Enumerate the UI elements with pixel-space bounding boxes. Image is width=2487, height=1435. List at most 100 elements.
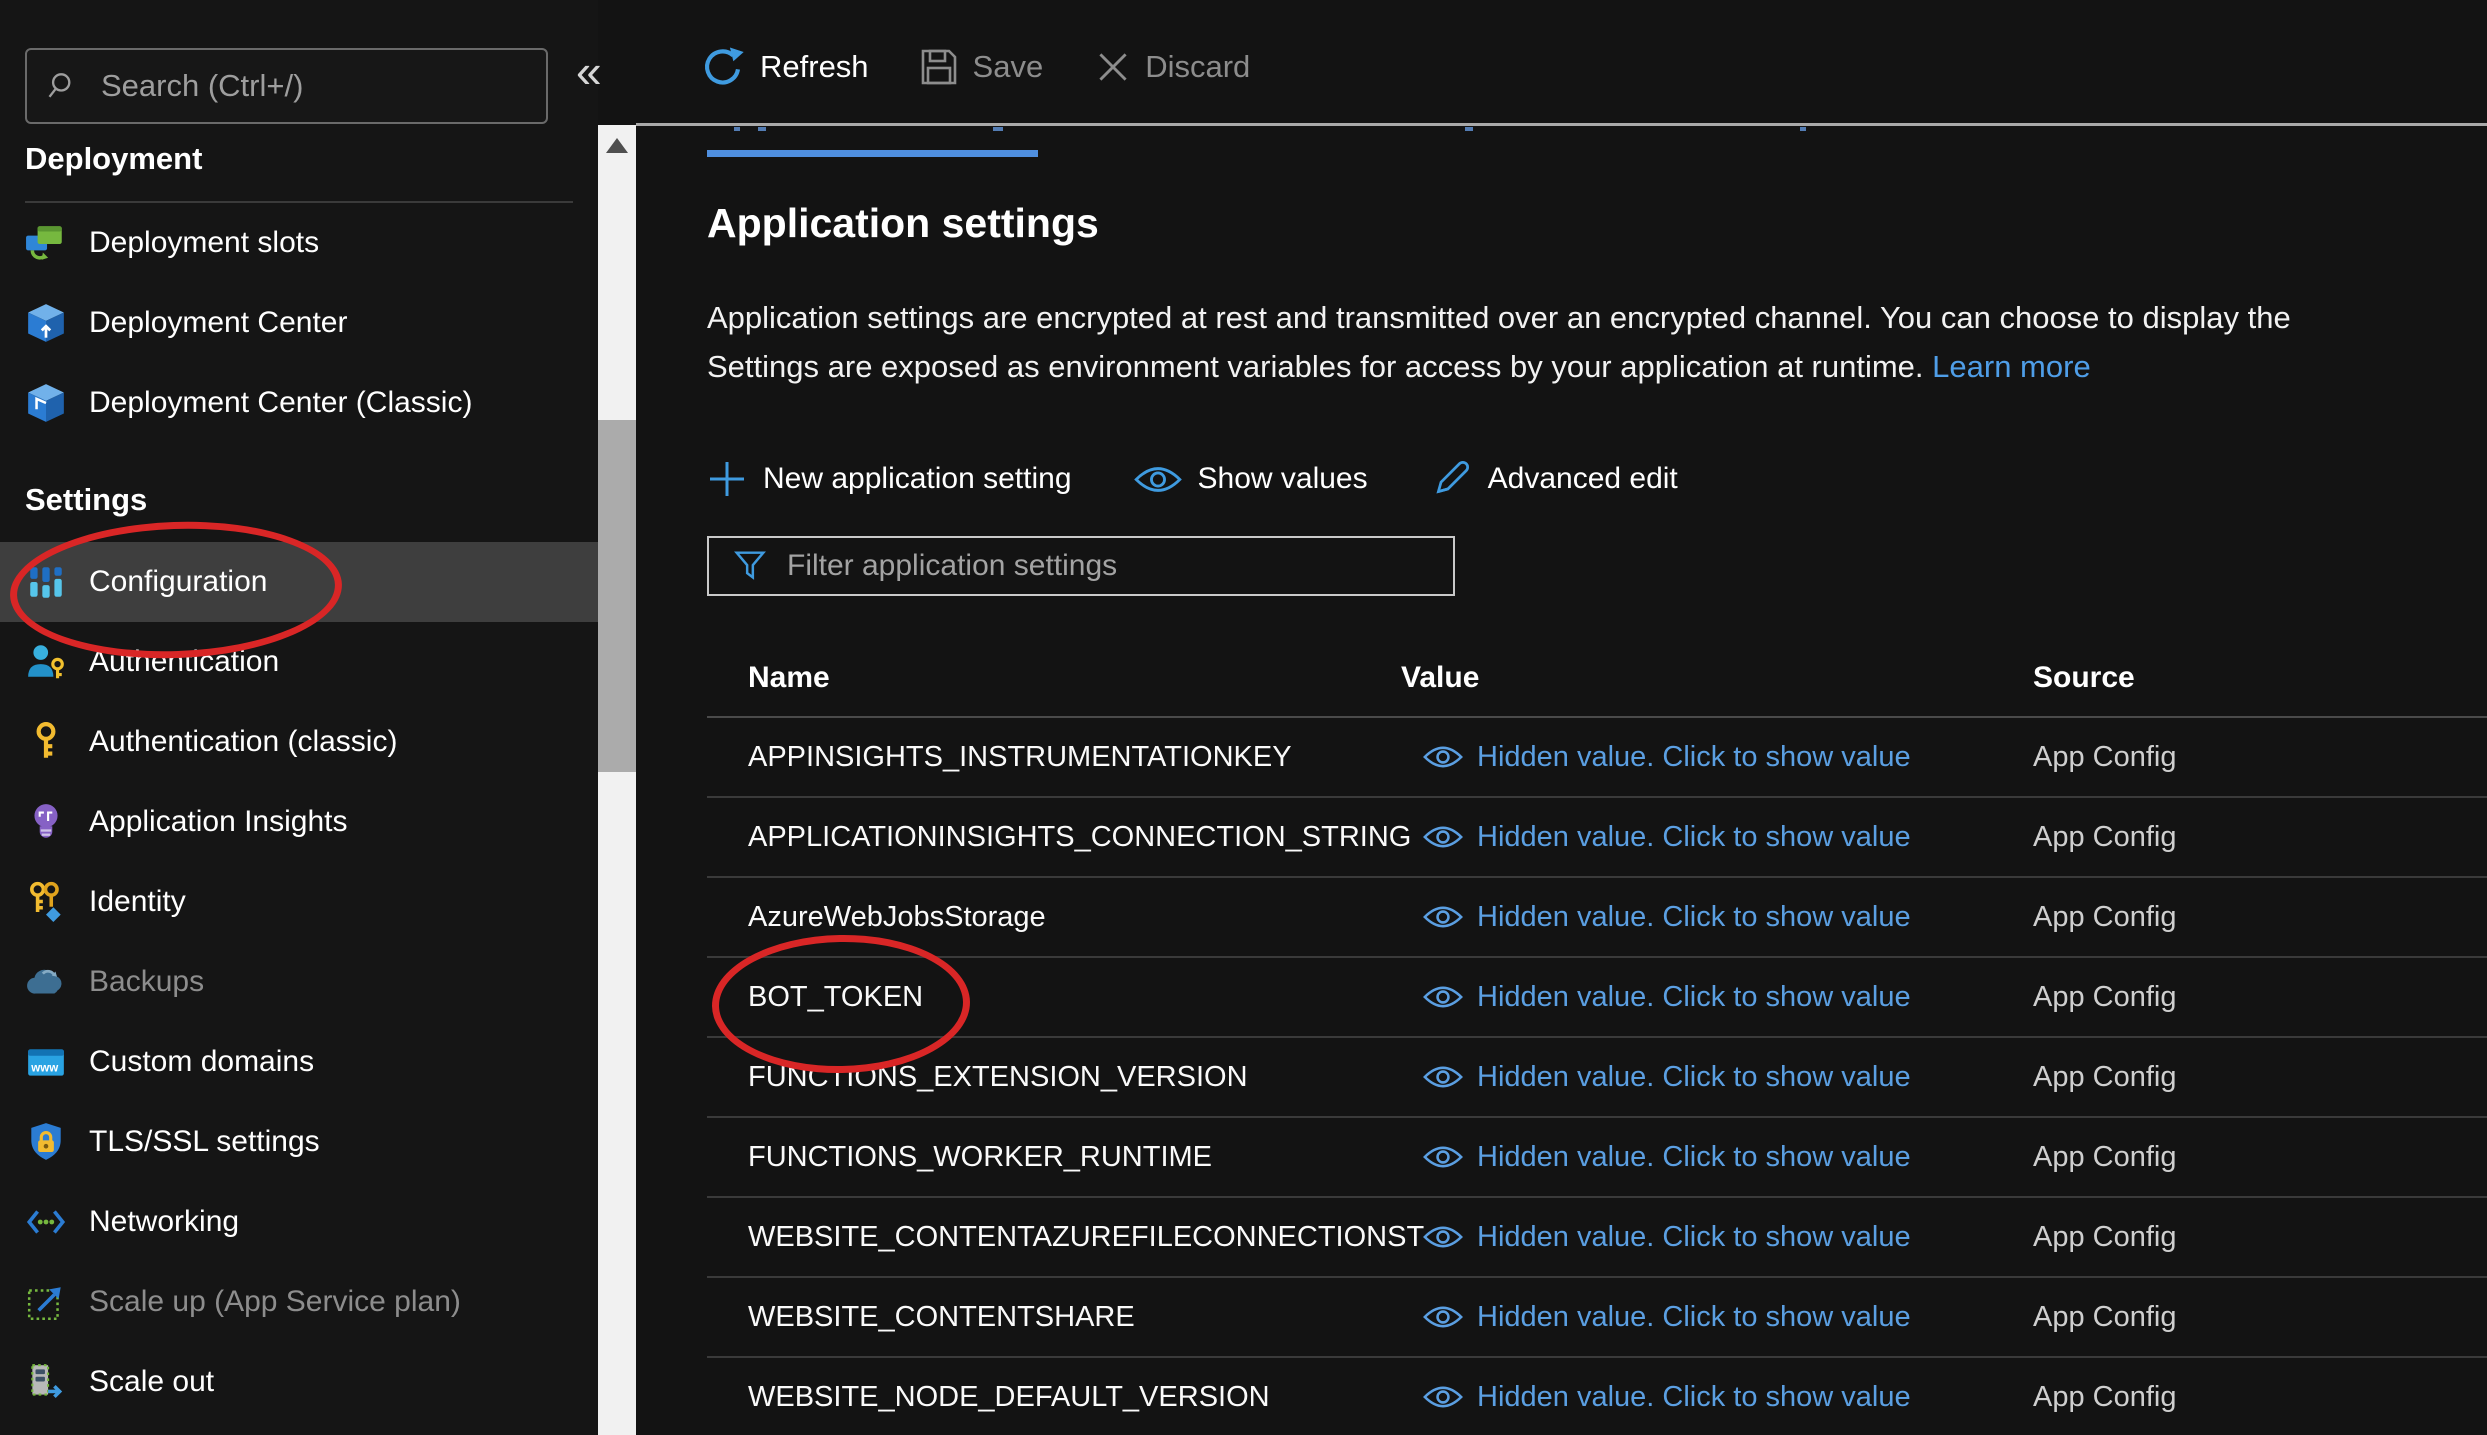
- sidebar-item[interactable]: Identity: [0, 862, 598, 942]
- sidebar-section-deployment: Deployment Deployment slots Deployment: [0, 137, 598, 443]
- hidden-value-link[interactable]: Hidden value. Click to show value: [1477, 981, 1911, 1014]
- sidebar-item[interactable]: Configuration: [0, 542, 598, 622]
- setting-name: WEBSITE_NODE_DEFAULT_VERSION: [748, 1358, 1270, 1435]
- refresh-button[interactable]: Refresh: [700, 44, 869, 90]
- discard-button[interactable]: Discard: [1095, 49, 1250, 85]
- sidebar-item[interactable]: Authentication: [0, 622, 598, 702]
- hidden-eye-icon: [1423, 1223, 1463, 1251]
- sidebar-item[interactable]: Backups: [0, 942, 598, 1022]
- hidden-eye-icon: [1423, 743, 1463, 771]
- sidebar-item[interactable]: Application Insights: [0, 782, 598, 862]
- sidebar-item[interactable]: Authentication (classic): [0, 702, 598, 782]
- tls-ssl-icon: [25, 1121, 67, 1163]
- setting-name: FUNCTIONS_WORKER_RUNTIME: [748, 1118, 1212, 1196]
- setting-source: App Config: [2033, 1198, 2177, 1276]
- sidebar-item-label: Deployment slots: [89, 226, 319, 260]
- hidden-eye-icon: [1423, 1063, 1463, 1091]
- new-application-setting-label: New application setting: [763, 462, 1072, 496]
- new-application-setting-button[interactable]: New application setting: [707, 459, 1072, 499]
- filter-application-settings-box[interactable]: [707, 536, 1455, 596]
- sidebar-item[interactable]: Scale up (App Service plan): [0, 1262, 598, 1342]
- setting-value-cell: Hidden value. Click to show value: [1423, 1278, 1911, 1356]
- hidden-value-link[interactable]: Hidden value. Click to show value: [1477, 1301, 1911, 1334]
- sidebar-search-box[interactable]: [25, 48, 548, 124]
- azure-portal-screen: Deployment Deployment slots Deployment: [0, 0, 2487, 1435]
- setting-source: App Config: [2033, 718, 2177, 796]
- sidebar-item-label: Scale out: [89, 1365, 214, 1399]
- sidebar-item-label: Authentication: [89, 645, 279, 679]
- sidebar-item[interactable]: Deployment Center: [0, 283, 598, 363]
- scale-out-icon: [25, 1361, 67, 1403]
- table-row[interactable]: WEBSITE_CONTENTAZUREFILECONNECTIONST Hid…: [707, 1198, 2487, 1278]
- authentication-classic-icon: [25, 721, 67, 763]
- setting-name: FUNCTIONS_EXTENSION_VERSION: [748, 1038, 1248, 1116]
- search-input[interactable]: [99, 67, 503, 105]
- setting-source: App Config: [2033, 1278, 2177, 1356]
- networking-icon: [25, 1201, 67, 1243]
- sidebar-item[interactable]: Deployment slots: [0, 203, 598, 283]
- settings-items: Configuration Authentication Authentic: [0, 542, 598, 1422]
- setting-name: APPLICATIONINSIGHTS_CONNECTION_STRING: [748, 798, 1411, 876]
- hidden-value-link[interactable]: Hidden value. Click to show value: [1477, 901, 1911, 934]
- hidden-value-link[interactable]: Hidden value. Click to show value: [1477, 1381, 1911, 1414]
- table-row[interactable]: APPLICATIONINSIGHTS_CONNECTION_STRING Hi…: [707, 798, 2487, 878]
- table-row[interactable]: APPINSIGHTS_INSTRUMENTATIONKEY Hidden va…: [707, 718, 2487, 798]
- refresh-icon: [700, 44, 746, 90]
- sidebar-item-label: Authentication (classic): [89, 725, 397, 759]
- save-button[interactable]: Save: [919, 47, 1044, 87]
- scale-up-icon: [25, 1281, 67, 1323]
- authentication-icon: [25, 641, 67, 683]
- description-line-2: Settings are exposed as environment vari…: [707, 342, 2487, 391]
- collapse-blade-chevrons-icon[interactable]: «: [576, 44, 602, 98]
- section-title-deployment: Deployment: [0, 137, 598, 181]
- hidden-eye-icon: [1423, 1303, 1463, 1331]
- filter-funnel-icon: [731, 547, 769, 585]
- sidebar-item[interactable]: Deployment Center (Classic): [0, 363, 598, 443]
- filter-input[interactable]: [785, 548, 1409, 584]
- sidebar-item-label: Configuration: [89, 565, 267, 599]
- command-bar: Refresh Save Discard: [700, 44, 1250, 90]
- sidebar-item[interactable]: TLS/SSL settings: [0, 1102, 598, 1182]
- table-row[interactable]: WEBSITE_CONTENTSHARE Hidden value. Click…: [707, 1278, 2487, 1358]
- discard-label: Discard: [1145, 49, 1250, 85]
- hidden-value-link[interactable]: Hidden value. Click to show value: [1477, 741, 1911, 774]
- sidebar-item[interactable]: Networking: [0, 1182, 598, 1262]
- eye-icon: [1134, 463, 1182, 496]
- configuration-icon: [25, 561, 67, 603]
- deployment-center-icon: [25, 302, 67, 344]
- advanced-edit-button[interactable]: Advanced edit: [1430, 458, 1678, 500]
- table-row[interactable]: FUNCTIONS_EXTENSION_VERSION Hidden value…: [707, 1038, 2487, 1118]
- setting-value-cell: Hidden value. Click to show value: [1423, 958, 1911, 1036]
- scrollbar-up-arrow-icon[interactable]: [598, 125, 636, 167]
- description-line-1: Application settings are encrypted at re…: [707, 293, 2487, 342]
- hidden-value-link[interactable]: Hidden value. Click to show value: [1477, 1141, 1911, 1174]
- setting-source: App Config: [2033, 1118, 2177, 1196]
- svg-text:www: www: [30, 1062, 58, 1074]
- hidden-value-link[interactable]: Hidden value. Click to show value: [1477, 1061, 1911, 1094]
- hidden-eye-icon: [1423, 823, 1463, 851]
- discard-x-icon: [1095, 49, 1131, 85]
- hidden-eye-icon: [1423, 983, 1463, 1011]
- sidebar-item[interactable]: www Custom domains: [0, 1022, 598, 1102]
- deployment-center-classic-icon: [25, 382, 67, 424]
- sidebar-item-label: Networking: [89, 1205, 239, 1239]
- identity-icon: [25, 881, 67, 923]
- table-row[interactable]: AzureWebJobsStorage Hidden value. Click …: [707, 878, 2487, 958]
- application-settings-table: Name Value Source APPINSIGHTS_INSTRUMENT…: [707, 640, 2487, 1435]
- learn-more-link[interactable]: Learn more: [1932, 349, 2091, 384]
- setting-value-cell: Hidden value. Click to show value: [1423, 718, 1911, 796]
- show-values-button[interactable]: Show values: [1134, 462, 1368, 496]
- table-row[interactable]: FUNCTIONS_WORKER_RUNTIME Hidden value. C…: [707, 1118, 2487, 1198]
- column-header-name: Name: [748, 640, 830, 716]
- sidebar-item[interactable]: Scale out: [0, 1342, 598, 1422]
- scrollbar-thumb[interactable]: [598, 420, 636, 772]
- hidden-value-link[interactable]: Hidden value. Click to show value: [1477, 1221, 1911, 1254]
- setting-source: App Config: [2033, 958, 2177, 1036]
- table-row[interactable]: BOT_TOKEN Hidden value. Click to show va…: [707, 958, 2487, 1038]
- setting-value-cell: Hidden value. Click to show value: [1423, 1038, 1911, 1116]
- search-icon: [45, 68, 81, 104]
- hidden-value-link[interactable]: Hidden value. Click to show value: [1477, 821, 1911, 854]
- table-row[interactable]: WEBSITE_NODE_DEFAULT_VERSION Hidden valu…: [707, 1358, 2487, 1435]
- sidebar-scrollbar[interactable]: [598, 125, 636, 1435]
- setting-source: App Config: [2033, 1358, 2177, 1435]
